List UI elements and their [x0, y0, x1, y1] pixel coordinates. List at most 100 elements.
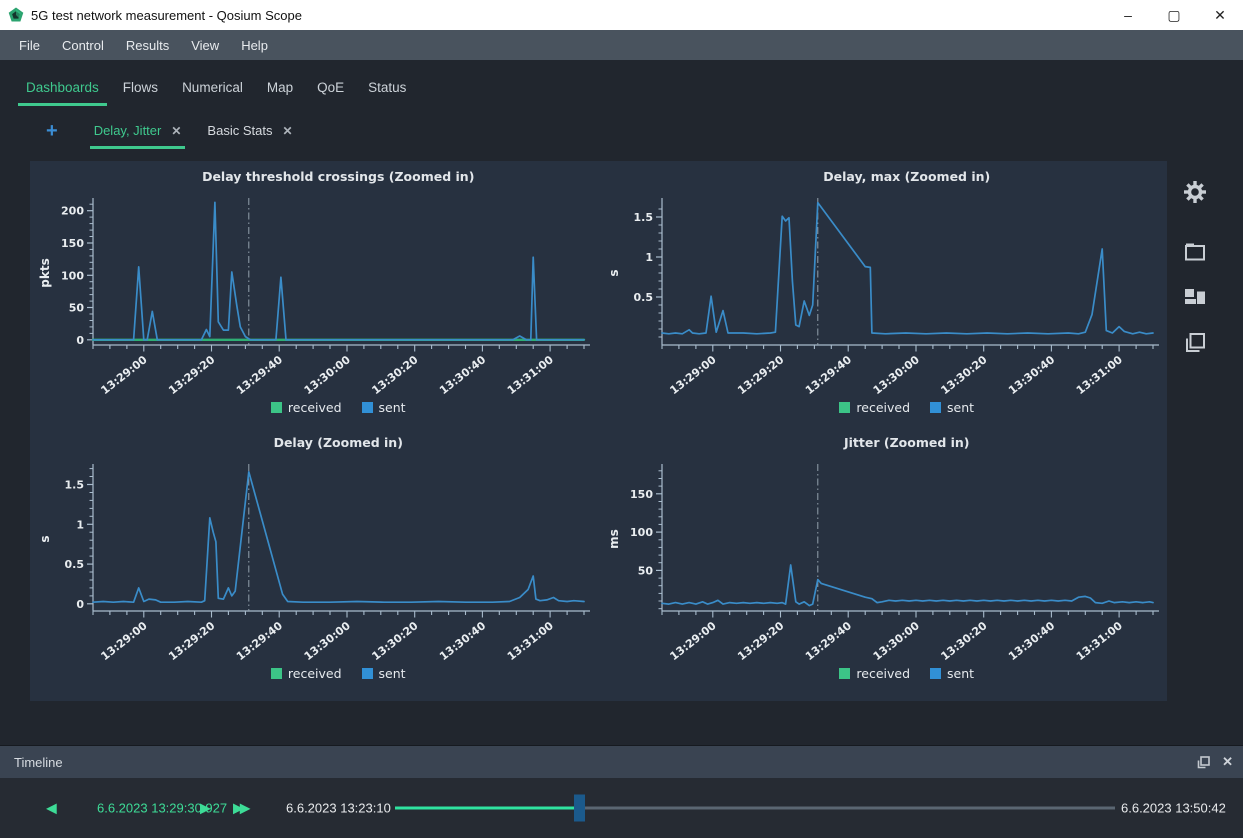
tab-map[interactable]: Map	[259, 80, 301, 106]
end-time-label: 6.6.2023 13:50:42	[1121, 801, 1226, 816]
svg-text:13:31:00: 13:31:00	[1074, 619, 1125, 663]
menu-results[interactable]: Results	[115, 38, 180, 53]
chart-plot-area[interactable]: .tick{font:bold 11px "DejaVu Sans",sans-…	[36, 453, 592, 667]
close-button[interactable]: ✕	[1197, 0, 1243, 30]
svg-text:13:29:00: 13:29:00	[99, 353, 150, 397]
close-panel-icon[interactable]: ✕	[1222, 754, 1233, 770]
menu-help[interactable]: Help	[230, 38, 279, 53]
slider-handle[interactable]	[574, 795, 585, 822]
chart-delay-threshold-crossings[interactable]: Delay threshold crossings (Zoomed in).ti…	[36, 169, 592, 435]
svg-text:150: 150	[630, 488, 653, 501]
legend-swatch-icon	[930, 668, 941, 679]
svg-text:ms: ms	[607, 529, 621, 549]
step-back-button[interactable]: ◀	[46, 800, 57, 817]
y-axis: 050100150200pkts	[38, 198, 93, 347]
svg-text:13:31:00: 13:31:00	[505, 619, 556, 663]
chart-title: Delay threshold crossings (Zoomed in)	[36, 169, 592, 187]
svg-text:13:30:00: 13:30:00	[870, 353, 921, 397]
legend-swatch-icon	[930, 402, 941, 413]
svg-text:13:29:40: 13:29:40	[234, 353, 285, 397]
svg-text:13:30:40: 13:30:40	[437, 619, 488, 663]
title-bar: 5G test network measurement - Qosium Sco…	[0, 0, 1243, 30]
chart-title: Delay, max (Zoomed in)	[605, 169, 1161, 187]
x-axis: 13:29:0013:29:2013:29:4013:30:0013:30:20…	[662, 345, 1159, 397]
slider-elapsed-track	[395, 807, 579, 810]
legend-sent[interactable]: sent	[362, 400, 406, 415]
chart-delay-max[interactable]: Delay, max (Zoomed in).tick{font:bold 11…	[605, 169, 1161, 435]
legend-swatch-icon	[271, 668, 282, 679]
svg-text:13:29:20: 13:29:20	[166, 619, 217, 663]
menu-control[interactable]: Control	[51, 38, 115, 53]
dashboard-layout-icon[interactable]	[1184, 288, 1206, 306]
tab-dashboards[interactable]: Dashboards	[18, 80, 107, 106]
add-dashboard-button[interactable]: +	[32, 121, 72, 141]
legend-received[interactable]: received	[839, 666, 910, 681]
legend-swatch-icon	[839, 668, 850, 679]
menu-view[interactable]: View	[180, 38, 230, 53]
legend-sent[interactable]: sent	[930, 666, 974, 681]
timeline-slider[interactable]	[395, 807, 1115, 810]
minimize-button[interactable]: –	[1105, 0, 1151, 30]
chart-plot-area[interactable]: .tick{font:bold 11px "DejaVu Sans",sans-…	[36, 187, 592, 401]
new-window-icon[interactable]	[1184, 242, 1206, 262]
svg-text:13:29:00: 13:29:00	[99, 619, 150, 663]
close-tab-icon[interactable]: ✕	[282, 124, 292, 138]
fast-forward-button[interactable]: ▶▶	[233, 800, 247, 817]
gear-icon[interactable]	[1183, 180, 1207, 204]
svg-text:0.5: 0.5	[65, 558, 85, 571]
svg-text:0: 0	[77, 598, 85, 611]
dashboard-panel: Delay threshold crossings (Zoomed in).ti…	[30, 161, 1167, 701]
series-line-sent	[93, 202, 584, 339]
chart-plot-area[interactable]: .tick{font:bold 11px "DejaVu Sans",sans-…	[605, 187, 1161, 401]
legend-sent[interactable]: sent	[930, 400, 974, 415]
series-line-sent	[662, 565, 1153, 606]
svg-text:50: 50	[69, 302, 85, 315]
svg-text:s: s	[607, 269, 621, 276]
svg-text:1: 1	[645, 251, 653, 264]
svg-text:100: 100	[630, 526, 653, 539]
svg-text:1.5: 1.5	[65, 479, 85, 492]
tab-flows[interactable]: Flows	[115, 80, 166, 106]
svg-text:13:30:40: 13:30:40	[1006, 353, 1057, 397]
chart-legend: received sent	[36, 666, 592, 681]
legend-received[interactable]: received	[271, 400, 342, 415]
legend-received[interactable]: received	[271, 666, 342, 681]
timeline-panel: Timeline ✕ ◀ 6.6.2023 13:29:30.927 ▶ ▶▶ …	[0, 745, 1243, 838]
timeline-body: ◀ 6.6.2023 13:29:30.927 ▶ ▶▶ 6.6.2023 13…	[0, 778, 1243, 838]
timeline-title: Timeline	[14, 755, 63, 770]
svg-text:13:29:00: 13:29:00	[667, 353, 718, 397]
dashboard-tab-basic-stats[interactable]: Basic Stats ✕	[203, 121, 296, 149]
dashboard-tab-label: Basic Stats	[207, 123, 272, 138]
svg-text:13:29:40: 13:29:40	[803, 353, 854, 397]
chart-plot-area[interactable]: .tick{font:bold 11px "DejaVu Sans",sans-…	[605, 453, 1161, 667]
y-axis: 00.511.5s	[38, 464, 93, 611]
chart-delay[interactable]: Delay (Zoomed in).tick{font:bold 11px "D…	[36, 435, 592, 701]
svg-text:50: 50	[637, 564, 653, 577]
legend-swatch-icon	[362, 668, 373, 679]
svg-text:13:30:20: 13:30:20	[938, 353, 989, 397]
tab-numerical[interactable]: Numerical	[174, 80, 251, 106]
y-axis: 0.511.5s	[607, 198, 662, 345]
legend-received[interactable]: received	[839, 400, 910, 415]
app-logo-icon	[8, 7, 24, 23]
svg-text:13:30:20: 13:30:20	[938, 619, 989, 663]
menu-bar: File Control Results View Help	[0, 30, 1243, 60]
tab-qoe[interactable]: QoE	[309, 80, 352, 106]
x-axis: 13:29:0013:29:2013:29:4013:30:0013:30:20…	[93, 345, 590, 397]
play-button[interactable]: ▶	[200, 800, 211, 817]
svg-text:13:30:00: 13:30:00	[302, 619, 353, 663]
menu-file[interactable]: File	[8, 38, 51, 53]
svg-text:13:29:40: 13:29:40	[234, 619, 285, 663]
maximize-button[interactable]: ▢	[1151, 0, 1197, 30]
dashboard-toolbar	[1181, 180, 1209, 354]
x-axis: 13:29:0013:29:2013:29:4013:30:0013:30:20…	[93, 611, 590, 663]
legend-sent[interactable]: sent	[362, 666, 406, 681]
duplicate-view-icon[interactable]	[1184, 332, 1206, 354]
dashboard-tab-label: Delay, Jitter	[94, 123, 162, 138]
close-tab-icon[interactable]: ✕	[171, 124, 181, 138]
float-panel-icon[interactable]	[1197, 756, 1210, 769]
svg-text:13:30:00: 13:30:00	[302, 353, 353, 397]
chart-jitter[interactable]: Jitter (Zoomed in).tick{font:bold 11px "…	[605, 435, 1161, 701]
tab-status[interactable]: Status	[360, 80, 414, 106]
dashboard-tab-delay-jitter[interactable]: Delay, Jitter ✕	[90, 121, 186, 149]
